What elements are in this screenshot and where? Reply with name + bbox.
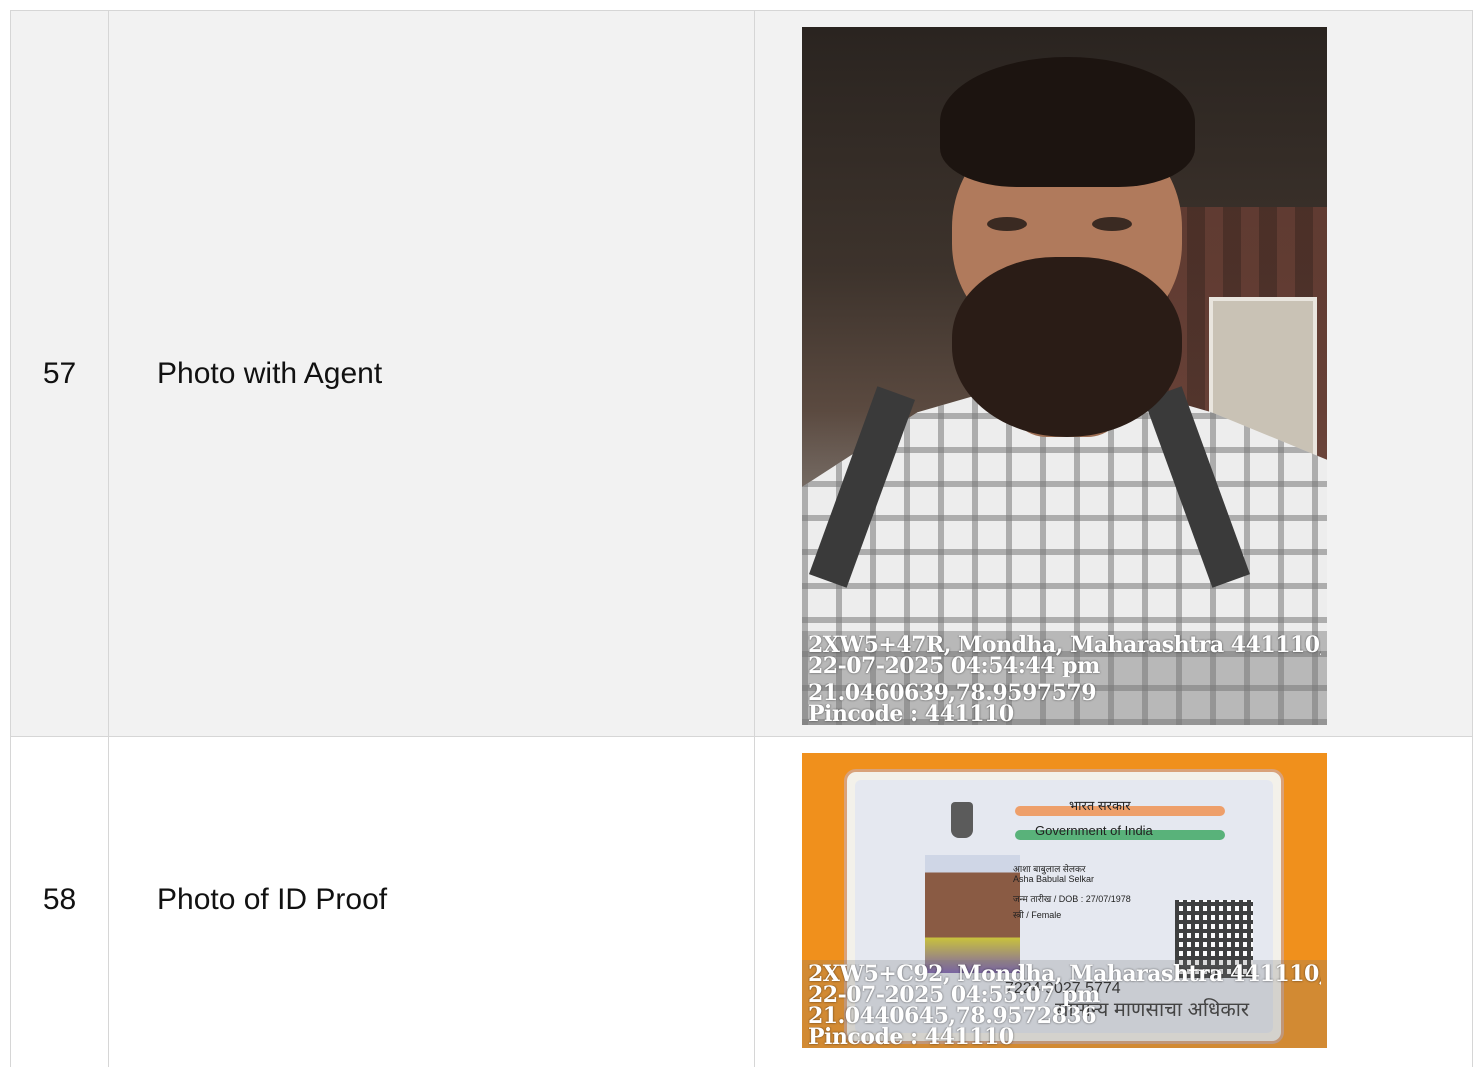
stamp-coords: 21.0440645,78.9572836: [808, 1006, 1097, 1027]
geo-stamp: 2XW5+C92, Mondha, Maharashtra 441110, In…: [802, 960, 1327, 1048]
beard: [952, 257, 1182, 437]
stamp-address: 2XW5+47R, Mondha, Maharashtra 441110, In: [808, 635, 1321, 656]
geo-stamp: 2XW5+47R, Mondha, Maharashtra 441110, In…: [802, 631, 1327, 725]
row-number: 57: [10, 11, 108, 736]
stamp-coords: 21.0460639,78.9597579: [808, 683, 1097, 704]
row-label: Photo of ID Proof: [108, 737, 754, 1067]
hair: [940, 57, 1195, 187]
document-table: 57 Photo with Agent 2XW5+47R, Mondha, Ma…: [10, 10, 1473, 1067]
stamp-pincode: Pincode : 441110: [808, 1027, 1014, 1048]
table-row: 57 Photo with Agent 2XW5+47R, Mondha, Ma…: [10, 11, 1473, 737]
stamp-datetime: 22-07-2025 04:54:44 pm: [808, 656, 1100, 677]
card-gov-english: Government of India: [1035, 823, 1153, 838]
emblem-icon: [951, 802, 973, 838]
row-number: 58: [10, 737, 108, 1067]
stamp-address: 2XW5+C92, Mondha, Maharashtra 441110, In: [808, 964, 1321, 985]
id-proof-photo: भारत सरकार Government of India आशा बाबुल…: [802, 753, 1327, 1048]
row-label: Photo with Agent: [108, 11, 754, 736]
card-dob: जन्म तारीख / DOB : 27/07/1978: [1013, 894, 1131, 904]
card-gender: स्त्री / Female: [1013, 910, 1062, 920]
card-portrait: [925, 855, 1020, 973]
stamp-datetime: 22-07-2025 04:55:07 pm: [808, 985, 1100, 1006]
eye: [1092, 217, 1132, 231]
photo-cell: 2XW5+47R, Mondha, Maharashtra 441110, In…: [754, 11, 1473, 736]
card-name: Asha Babulal Selkar: [1013, 874, 1095, 884]
photo-cell: भारत सरकार Government of India आशा बाबुल…: [754, 737, 1473, 1067]
eye: [987, 217, 1027, 231]
card-gov-hindi: भारत सरकार: [1069, 798, 1131, 813]
table-row: 58 Photo of ID Proof भारत सरकार Governme…: [10, 737, 1473, 1067]
stamp-pincode: Pincode : 441110: [808, 704, 1014, 725]
agent-photo: 2XW5+47R, Mondha, Maharashtra 441110, In…: [802, 27, 1327, 725]
